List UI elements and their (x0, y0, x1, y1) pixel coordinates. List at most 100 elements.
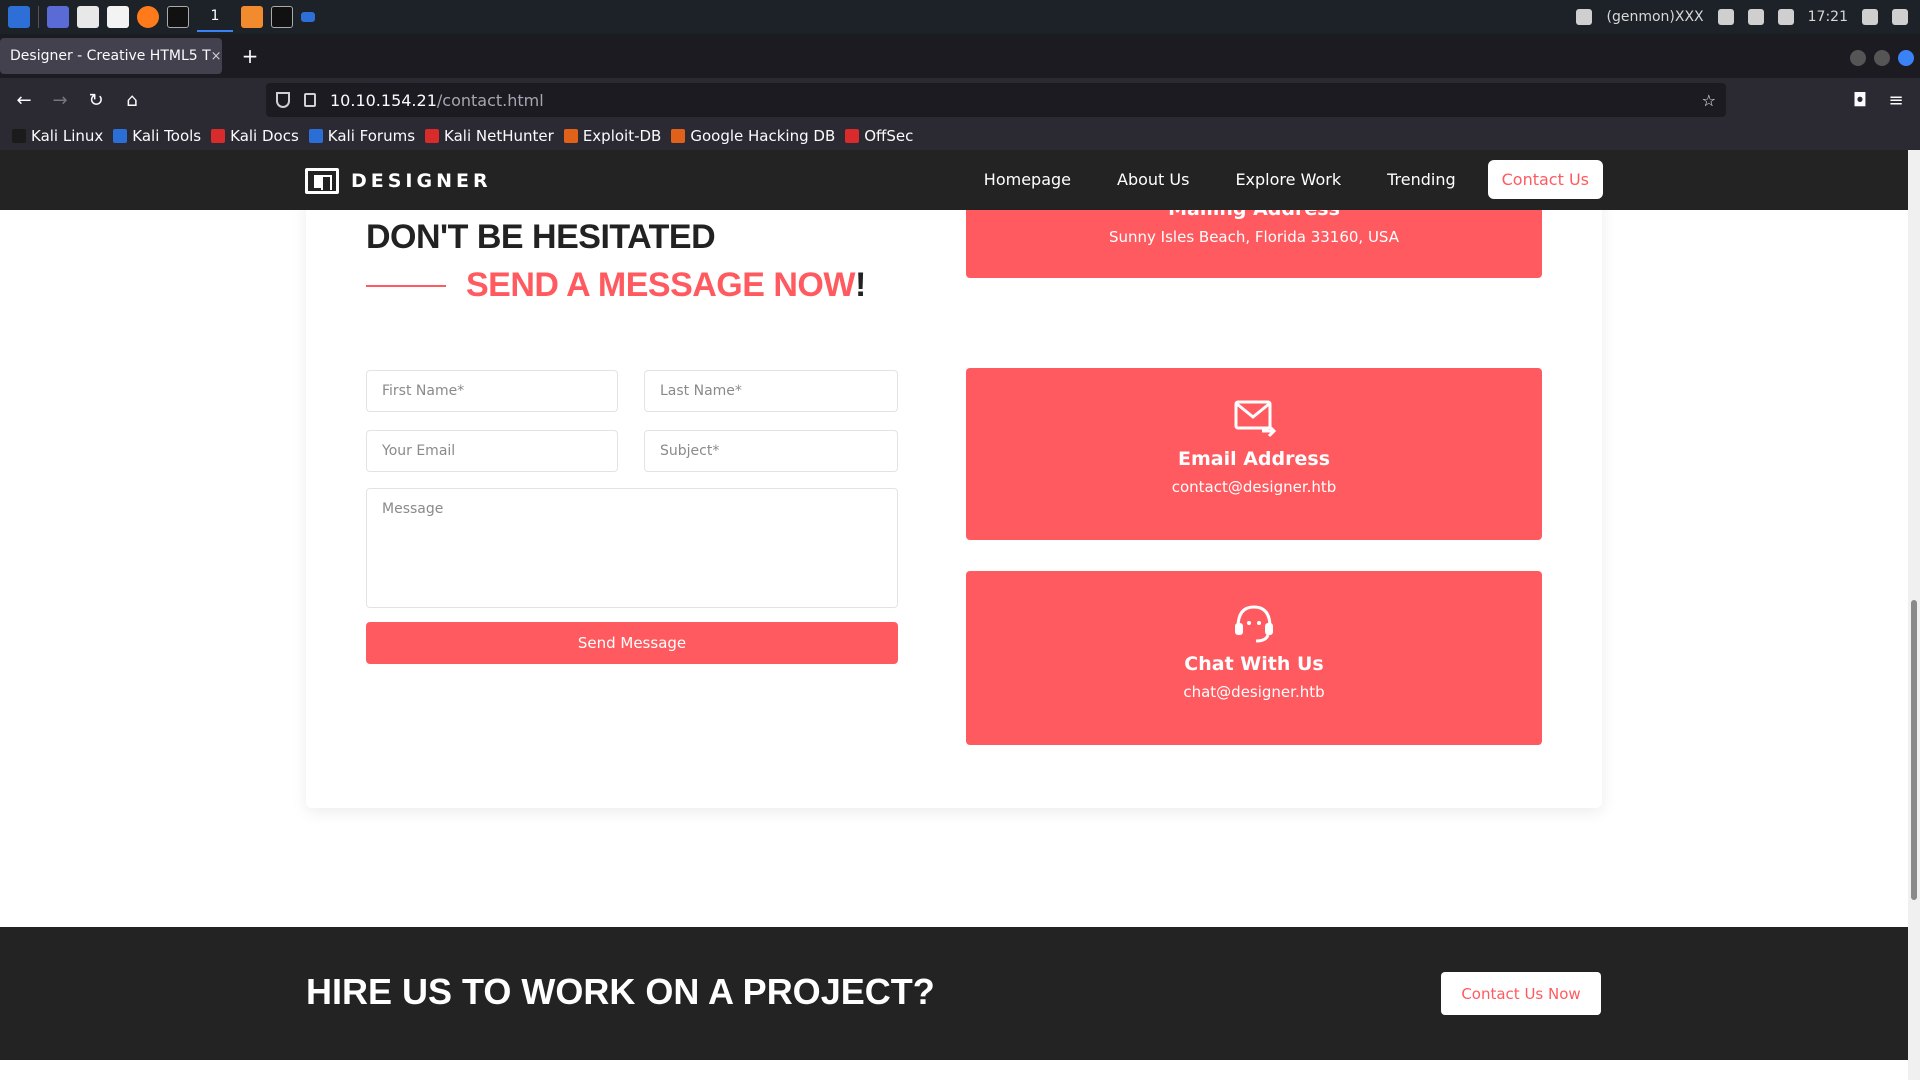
offsec-icon (845, 129, 860, 143)
bookmark-label: Kali Docs (230, 127, 299, 145)
email-field[interactable]: Your Email (366, 430, 618, 472)
subheading-text: SEND A MESSAGE NOW (466, 266, 855, 304)
bookmark-offsec[interactable]: OffSec (845, 127, 913, 145)
send-message-button[interactable]: Send Message (366, 622, 898, 664)
browser-tab[interactable]: Designer - Creative HTML5 T × (0, 38, 222, 74)
taskbar-separator (38, 6, 39, 28)
hire-us-title: HIRE US TO WORK ON A PROJECT? (306, 971, 935, 1012)
subject-field[interactable]: Subject* (644, 430, 898, 472)
info-card-chat: Chat With Us chat@designer.htb (966, 571, 1542, 745)
hire-us-section: HIRE US TO WORK ON A PROJECT? Contact Us… (0, 927, 1908, 1060)
page-scrollbar[interactable] (1908, 150, 1920, 1080)
maximize-window-icon[interactable] (1874, 50, 1890, 66)
subheading-exclamation: ! (854, 266, 867, 304)
text-editor-icon[interactable] (107, 6, 129, 28)
bookmark-label: Kali Tools (132, 127, 202, 145)
forward-icon[interactable]: → (46, 86, 74, 114)
shield-icon[interactable] (276, 92, 290, 108)
nav-about-us[interactable]: About Us (1103, 160, 1203, 199)
bookmark-label: Kali Linux (31, 127, 104, 145)
system-tray: (genmon)XXX 17:21 (1576, 0, 1908, 34)
bookmark-label: Kali NetHunter (444, 127, 554, 145)
tab-title: Designer - Creative HTML5 T (10, 48, 211, 64)
lock-icon[interactable] (304, 93, 316, 107)
designer-logo-icon (305, 168, 339, 194)
bookmarks-toolbar: Kali Linux Kali Tools Kali Docs Kali For… (0, 122, 1920, 150)
notification-icon[interactable] (1747, 9, 1764, 25)
reload-icon[interactable]: ↻ (82, 86, 110, 114)
bookmark-kali-linux[interactable]: Kali Linux (12, 127, 103, 145)
page-viewport: DON'T BE HESITATED SEND A MESSAGE NOW ! … (0, 150, 1920, 1080)
message-field[interactable]: Message (366, 488, 898, 608)
contact-subheading: SEND A MESSAGE NOW ! (366, 266, 866, 305)
site-logo[interactable]: DESIGNER (305, 168, 492, 194)
contact-card: DON'T BE HESITATED SEND A MESSAGE NOW ! … (306, 150, 1602, 808)
workspace-switcher[interactable]: 1 (197, 2, 233, 32)
bookmark-exploit-db[interactable]: Exploit-DB (563, 127, 661, 145)
bookmark-label: Google Hacking DB (690, 127, 836, 145)
info-value: contact@designer.htb (1171, 478, 1337, 496)
heading-divider (366, 284, 446, 287)
back-icon[interactable]: ← (10, 86, 38, 114)
pocket-icon[interactable]: ◘ (1846, 86, 1874, 114)
info-title: Chat With Us (1184, 653, 1324, 675)
nav-contact-us[interactable]: Contact Us (1487, 160, 1603, 199)
home-icon[interactable]: ⌂ (118, 86, 146, 114)
logo-text: DESIGNER (351, 170, 492, 192)
close-tab-icon[interactable]: × (211, 49, 222, 64)
power-icon[interactable] (1892, 9, 1908, 25)
close-window-icon[interactable] (1898, 50, 1914, 66)
info-title: Email Address (1177, 448, 1331, 470)
scrollbar-thumb[interactable] (1911, 600, 1917, 900)
bookmark-label: Kali Forums (327, 127, 416, 145)
bookmark-kali-docs[interactable]: Kali Docs (211, 127, 299, 145)
browser-tab-strip: Designer - Creative HTML5 T × + (0, 34, 1920, 78)
first-name-field[interactable]: First Name* (366, 370, 618, 412)
desktop-icon[interactable] (47, 6, 69, 28)
bookmark-star-icon[interactable]: ☆ (1702, 91, 1716, 110)
lock-icon[interactable] (1862, 9, 1878, 25)
url-host: 10.10.154.21 (330, 90, 437, 110)
main-menu: Homepage About Us Explore Work Trending … (970, 160, 1603, 199)
exploit-db-icon (563, 129, 578, 143)
app-menu-icon[interactable]: ≡ (1882, 86, 1910, 114)
app-window-icon[interactable] (301, 12, 315, 22)
url-text[interactable]: 10.10.154.21/contact.html (330, 91, 544, 110)
genmon-label: (genmon)XXX (1606, 9, 1704, 25)
bookmark-google-hacking-db[interactable]: Google Hacking DB (671, 127, 835, 145)
google-hacking-db-icon (671, 129, 686, 143)
browser-nav-bar: ← → ↻ ⌂ 10.10.154.21/contact.html ☆ ◘ ≡ (0, 78, 1920, 122)
terminal-icon[interactable] (167, 6, 189, 28)
volume-icon[interactable] (1717, 9, 1734, 25)
last-name-field[interactable]: Last Name* (644, 370, 898, 412)
screen-icon[interactable] (1576, 9, 1593, 25)
kali-tools-icon (113, 129, 128, 143)
mail-icon (1234, 400, 1276, 438)
battery-icon[interactable] (1777, 9, 1794, 25)
nav-trending[interactable]: Trending (1373, 160, 1470, 199)
contact-heading: DON'T BE HESITATED (366, 218, 716, 256)
kali-docs-icon (211, 129, 226, 143)
site-header: DESIGNER Homepage About Us Explore Work … (0, 150, 1908, 210)
minimize-window-icon[interactable] (1850, 50, 1866, 66)
firefox-icon[interactable] (137, 6, 159, 28)
nav-homepage[interactable]: Homepage (970, 160, 1085, 199)
url-bar[interactable]: 10.10.154.21/contact.html ☆ (266, 83, 1726, 117)
bookmark-kali-forums[interactable]: Kali Forums (308, 127, 416, 145)
burp-icon[interactable] (241, 6, 263, 28)
file-manager-icon[interactable] (77, 6, 99, 28)
headset-icon (1235, 605, 1273, 643)
clock[interactable]: 17:21 (1808, 9, 1848, 25)
bookmark-kali-tools[interactable]: Kali Tools (113, 127, 201, 145)
new-tab-button[interactable]: + (236, 42, 264, 70)
nav-explore-work[interactable]: Explore Work (1221, 160, 1355, 199)
info-value: Sunny Isles Beach, Florida 33160, USA (1109, 228, 1399, 246)
kali-menu-icon[interactable] (8, 6, 30, 28)
bookmark-kali-nethunter[interactable]: Kali NetHunter (425, 127, 554, 145)
terminal-window-icon[interactable] (271, 6, 293, 28)
kali-linux-icon (12, 129, 26, 143)
bookmark-label: OffSec (864, 127, 914, 145)
contact-us-now-button[interactable]: Contact Us Now (1441, 972, 1601, 1015)
info-value: chat@designer.htb (1183, 683, 1325, 701)
kali-forums-icon (308, 129, 323, 143)
